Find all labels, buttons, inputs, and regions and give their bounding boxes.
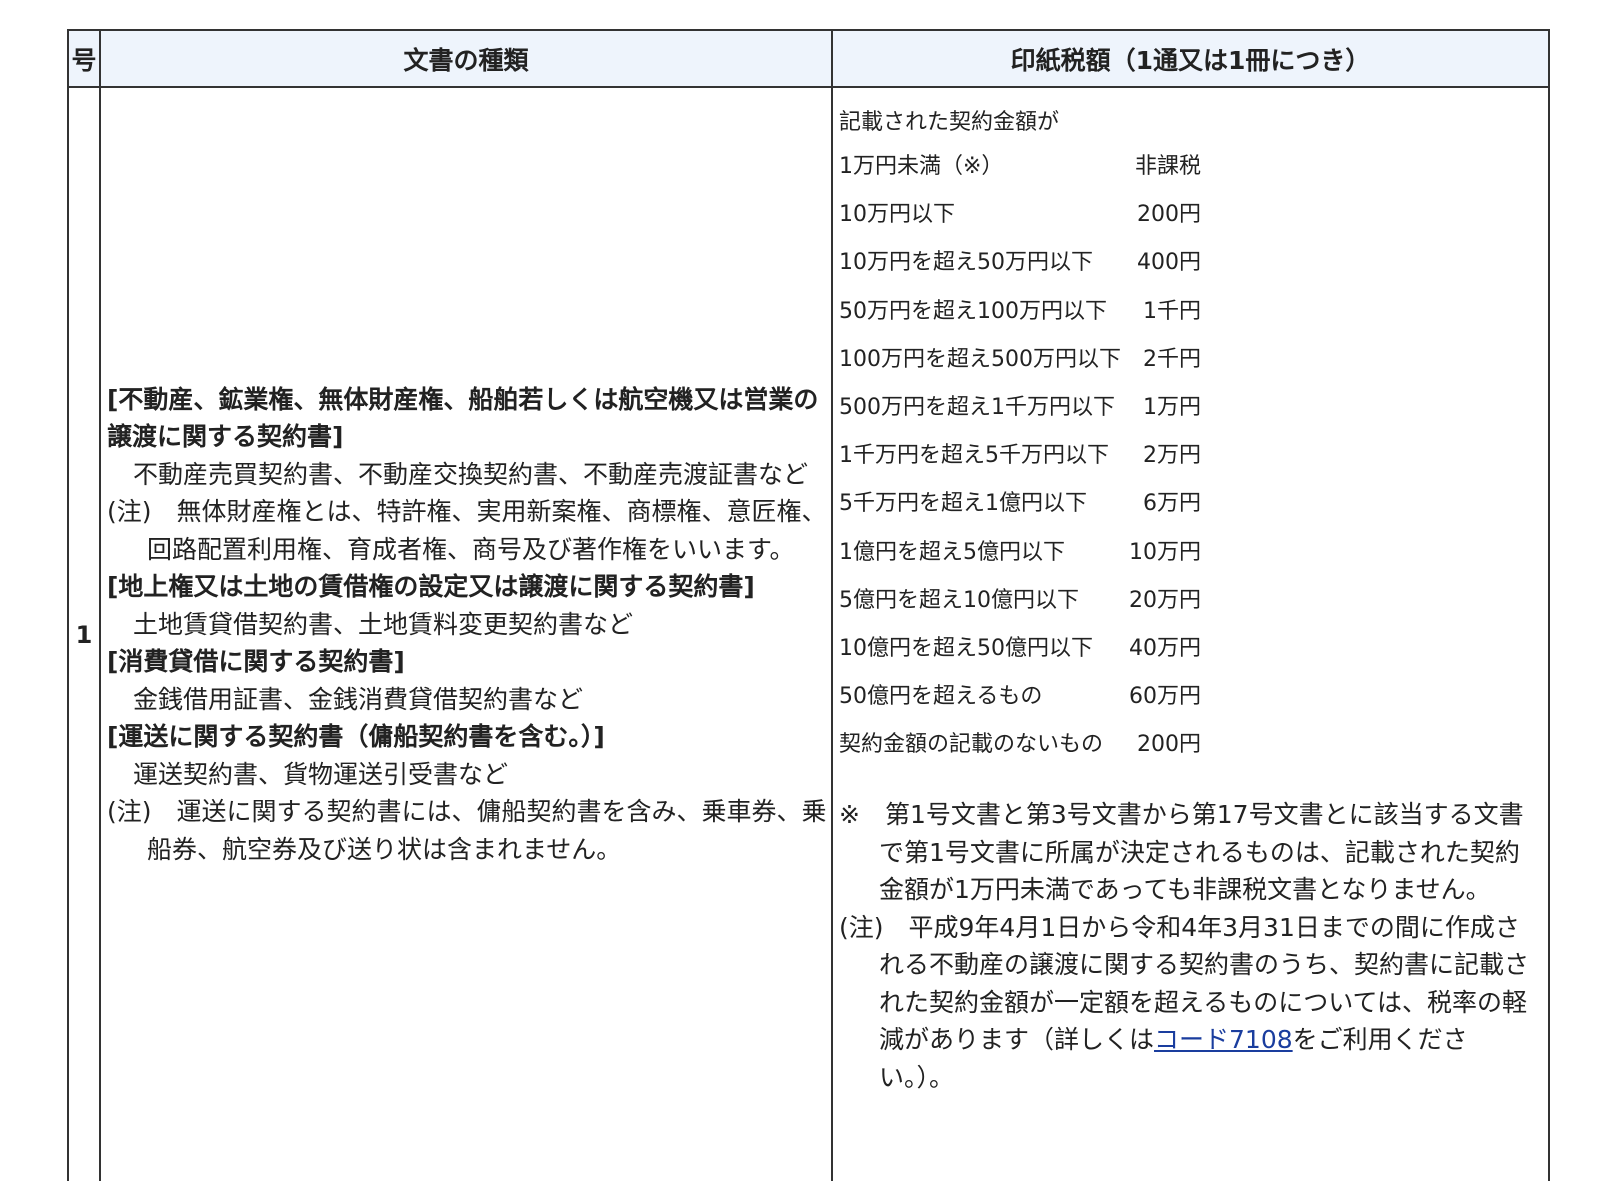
rate-amount-range: 10億円を超え50億円以下 — [839, 636, 1093, 661]
rate-amount-range: 100万円を超え500万円以下 — [839, 346, 1121, 372]
rate-tax-value: 400円 — [1137, 250, 1201, 276]
contract-examples: 運送契約書、貨物運送引受書など — [133, 759, 509, 789]
rate-tax-value: 2千円 — [1143, 346, 1201, 372]
stamp-tax-table: 号 文書の種類 印紙税額（1通又は1冊につき） 1 [不動産、鉱業権、無体財産権… — [67, 29, 1550, 1181]
rate-amount-range: 契約金額の記載のないもの — [839, 732, 1104, 758]
rate-row: 1万円未満（※） 非課税 — [839, 152, 1239, 182]
rate-row: 5億円を超え10億円以下 20万円 — [839, 586, 1239, 616]
rate-row: 10万円を超え50万円以下 400円 — [839, 248, 1239, 278]
rate-amount-range: 50億円を超えるもの — [839, 684, 1043, 710]
rate-amount-range: 5億円を超え10億円以下 — [839, 587, 1079, 613]
rate-amount-range: 1億円を超え5億円以下 — [839, 539, 1065, 565]
footnote-asterisk: ※ 第1号文書と第3号文書から第17号文書とに該当する文書で第1号文書に所属が決… — [839, 800, 1524, 904]
rate-amount-range: 1万円未満（※） — [839, 154, 1004, 179]
rate-amount-range: 50万円を超え100万円以下 — [839, 298, 1107, 324]
contract-note: (注) 無体財産権とは、特許権、実用新案権、商標権、意匠権、回路配置利用権、育成… — [107, 497, 827, 564]
column-divider — [831, 31, 833, 1181]
tax-lead-text: 記載された契約金額が — [839, 110, 1060, 135]
rate-tax-value: 1千円 — [1143, 298, 1201, 324]
header-number: 号 — [69, 31, 99, 88]
rate-row: 50億円を超えるもの 60万円 — [839, 682, 1239, 712]
document-type-cell: [不動産、鉱業権、無体財産権、船舶若しくは航空機又は営業の譲渡に関する契約書] 不… — [107, 88, 827, 1181]
rate-row: 500万円を超え1千万円以下 1万円 — [839, 393, 1239, 423]
rate-tax-value: 2万円 — [1143, 443, 1201, 469]
rate-tax-value: 40万円 — [1129, 636, 1201, 661]
rate-row: 1億円を超え5億円以下 10万円 — [839, 538, 1239, 568]
contract-category-heading: [地上権又は土地の賃借権の設定又は譲渡に関する契約書] — [107, 572, 755, 602]
contract-examples: 金銭借用証書、金銭消費貸借契約書など — [133, 684, 584, 714]
rate-tax-value: 200円 — [1137, 732, 1201, 758]
tax-amount-cell: 記載された契約金額が 1万円未満（※） 非課税 10万円以下 200円 10万円を超え5… — [839, 88, 1544, 1181]
rate-row: 10億円を超え50億円以下 40万円 — [839, 634, 1239, 664]
contract-category-heading: [運送に関する契約書（傭船契約書を含む。）] — [107, 722, 605, 752]
rate-amount-range: 10万円を超え50万円以下 — [839, 250, 1093, 276]
contract-category-heading: [消費貸借に関する契約書] — [107, 647, 405, 677]
contract-category-heading: [不動産、鉱業権、無体財産権、船舶若しくは航空機又は営業の譲渡に関する契約書] — [107, 384, 819, 452]
rate-row: 10万円以下 200円 — [839, 200, 1239, 230]
contract-examples: 土地賃貸借契約書、土地賃料変更契約書など — [133, 609, 634, 639]
rate-tax-value: 非課税 — [1134, 154, 1201, 179]
rate-amount-range: 10万円以下 — [839, 202, 955, 228]
footnotes: ※ 第1号文書と第3号文書から第17号文書とに該当する文書で第1号文書に所属が決… — [839, 796, 1539, 1096]
rate-amount-range: 1千万円を超え5千万円以下 — [839, 443, 1109, 469]
rate-tax-value: 60万円 — [1129, 684, 1201, 710]
header-document-type: 文書の種類 — [101, 31, 831, 88]
rate-row: 5千万円を超え1億円以下 6万円 — [839, 489, 1239, 519]
rate-row: 1千万円を超え5千万円以下 2万円 — [839, 441, 1239, 471]
rate-tax-value: 20万円 — [1129, 587, 1201, 613]
code-7108-link[interactable]: コード7108 — [1154, 1025, 1293, 1054]
rate-tax-value: 200円 — [1137, 202, 1201, 228]
rate-row: 契約金額の記載のないもの 200円 — [839, 730, 1239, 760]
header-stamp-tax: 印紙税額（1通又は1冊につき） — [833, 31, 1548, 88]
row-number: 1 — [75, 620, 93, 649]
footnote-note: (注) 平成9年4月1日から令和4年3月31日までの間に作成される不動産の譲渡に… — [839, 909, 1539, 1097]
column-divider — [99, 31, 101, 1181]
rate-row: 50万円を超え100万円以下 1千円 — [839, 297, 1239, 327]
rate-tax-value: 6万円 — [1143, 491, 1201, 517]
rate-tax-value: 10万円 — [1129, 539, 1201, 565]
rate-amount-range: 5千万円を超え1億円以下 — [839, 491, 1087, 517]
contract-note: (注) 運送に関する契約書には、傭船契約書を含み、乗車券、乗船券、航空券及び送り… — [107, 797, 827, 864]
rate-row: 100万円を超え500万円以下 2千円 — [839, 345, 1239, 375]
rate-amount-range: 500万円を超え1千万円以下 — [839, 395, 1115, 420]
rate-tax-value: 1万円 — [1143, 395, 1201, 420]
contract-examples: 不動産売買契約書、不動産交換契約書、不動産売渡証書など — [133, 459, 809, 489]
